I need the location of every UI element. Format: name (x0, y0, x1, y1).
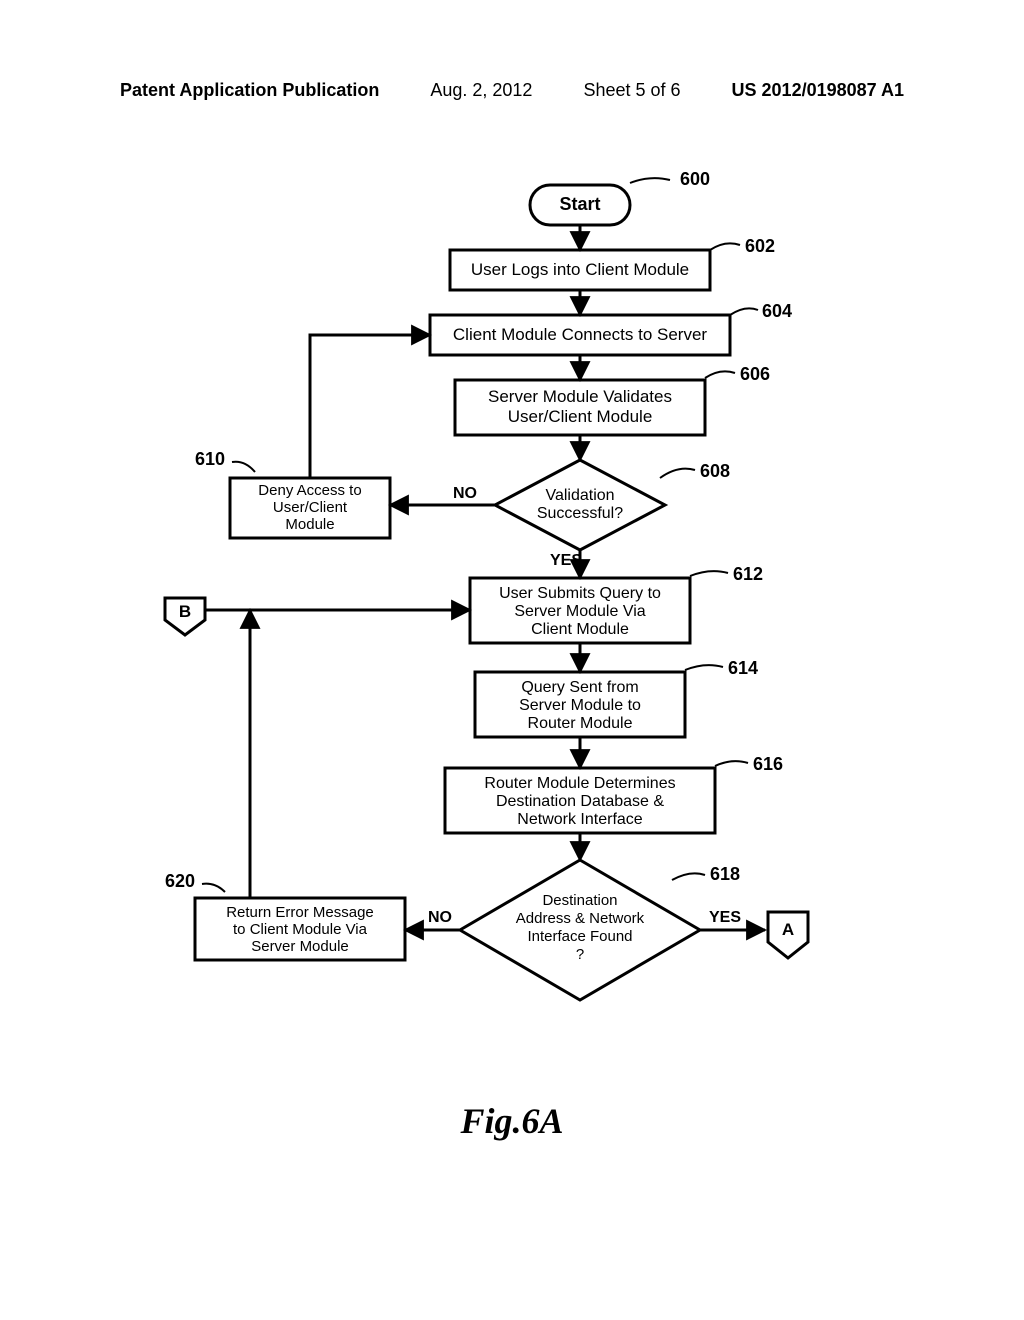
node-602-text: User Logs into Client Module (471, 260, 689, 279)
edge-label-no-1: NO (453, 485, 477, 502)
node-612-text-l2: Server Module Via (514, 603, 645, 620)
node-start: Start 600 (530, 169, 710, 225)
node-612: User Submits Query to Server Module Via … (470, 564, 763, 643)
connector-b: B (165, 598, 205, 635)
node-614-text-l3: Router Module (528, 715, 633, 732)
node-614: Query Sent from Server Module to Router … (475, 658, 758, 737)
node-618: Destination Address & Network Interface … (460, 860, 740, 1000)
node-606: Server Module Validates User/Client Modu… (455, 364, 770, 435)
ref-608: 608 (700, 461, 730, 481)
ref-620: 620 (165, 871, 195, 891)
node-618-text-l4: ? (576, 946, 584, 963)
ref-612: 612 (733, 564, 763, 584)
node-606-text-l2: User/Client Module (508, 407, 653, 426)
figure-label: Fig.6A (0, 1100, 1024, 1142)
node-608: Validation Successful? 608 (495, 460, 730, 550)
connector-a: A (768, 912, 808, 958)
node-620-text-l2: to Client Module Via (233, 921, 368, 938)
node-614-text-l1: Query Sent from (521, 679, 638, 696)
node-618-text-l3: Interface Found (527, 928, 632, 945)
node-610: Deny Access to User/Client Module 610 (195, 449, 390, 538)
node-608-text-l1: Validation (545, 487, 614, 504)
node-604-text: Client Module Connects to Server (453, 325, 708, 344)
node-604: Client Module Connects to Server 604 (430, 301, 792, 355)
node-612-text-l3: Client Module (531, 621, 629, 638)
node-620: Return Error Message to Client Module Vi… (165, 871, 405, 960)
node-610-text-l1: Deny Access to (258, 482, 361, 499)
connector-b-text: B (179, 602, 191, 621)
node-620-text-l1: Return Error Message (226, 904, 374, 921)
node-start-text: Start (559, 194, 600, 214)
ref-614: 614 (728, 658, 758, 678)
node-602: User Logs into Client Module 602 (450, 236, 775, 290)
edge-label-yes-1: YES (550, 552, 582, 569)
edge-label-yes-2: YES (709, 909, 741, 926)
node-608-text-l2: Successful? (537, 505, 623, 522)
node-614-text-l2: Server Module to (519, 697, 641, 714)
ref-610: 610 (195, 449, 225, 469)
node-618-text-l2: Address & Network (516, 910, 645, 927)
node-612-text-l1: User Submits Query to (499, 585, 661, 602)
ref-616: 616 (753, 754, 783, 774)
node-606-text-l1: Server Module Validates (488, 387, 672, 406)
node-616-text-l2: Destination Database & (496, 793, 664, 810)
node-616: Router Module Determines Destination Dat… (445, 754, 783, 833)
node-620-text-l3: Server Module (251, 938, 349, 955)
node-610-text-l3: Module (285, 516, 334, 533)
connector-a-text: A (782, 920, 794, 939)
ref-618: 618 (710, 864, 740, 884)
ref-600: 600 (680, 169, 710, 189)
ref-604: 604 (762, 301, 792, 321)
node-610-text-l2: User/Client (273, 499, 348, 516)
node-616-text-l3: Network Interface (517, 811, 642, 828)
node-616-text-l1: Router Module Determines (484, 775, 675, 792)
ref-602: 602 (745, 236, 775, 256)
node-618-text-l1: Destination (542, 892, 617, 909)
ref-606: 606 (740, 364, 770, 384)
edge-label-no-2: NO (428, 909, 452, 926)
